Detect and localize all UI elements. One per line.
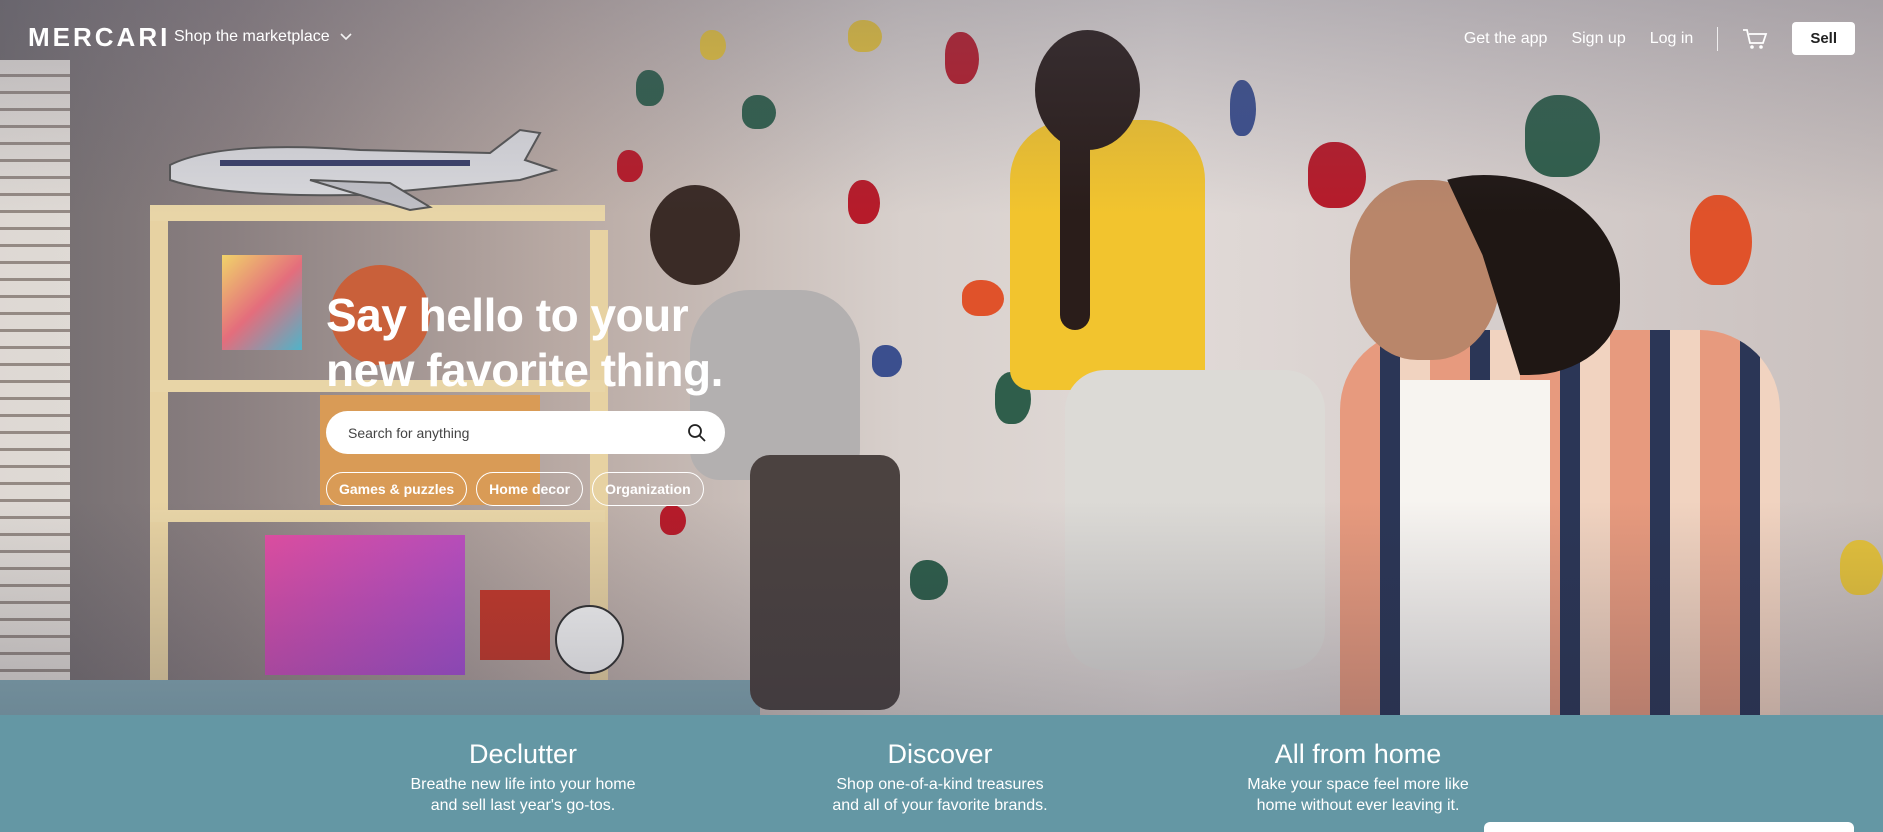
get-app-link[interactable]: Get the app — [1464, 30, 1548, 48]
search-input[interactable] — [346, 423, 680, 442]
chip-organization[interactable]: Organization — [592, 472, 704, 506]
top-nav: MERCARI Shop the marketplace Get the app… — [0, 0, 1883, 76]
feature-title: All from home — [1274, 739, 1442, 769]
cart-icon[interactable] — [1742, 28, 1768, 50]
mercari-logo[interactable]: MERCARI — [28, 22, 170, 53]
shop-marketplace-label: Shop the marketplace — [174, 28, 330, 45]
account-nav: Get the app Sign up Log in Sell — [1464, 22, 1855, 55]
nav-divider — [1717, 26, 1719, 51]
feature-all-from-home: All from home Make your space feel more … — [1218, 739, 1498, 816]
hero-overlay — [0, 0, 1883, 715]
shop-marketplace-menu[interactable]: Shop the marketplace — [174, 28, 352, 46]
chat-widget-edge[interactable] — [1484, 822, 1854, 832]
search-icon[interactable] — [687, 423, 707, 443]
sell-button[interactable]: Sell — [1792, 22, 1855, 55]
headline-line-2: new favorite thing. — [326, 344, 723, 396]
chip-home-decor[interactable]: Home decor — [476, 472, 584, 506]
hero-image — [0, 0, 1883, 715]
feature-title: Declutter — [468, 739, 578, 769]
feature-desc-line: Shop one-of-a-kind treasures — [836, 776, 1044, 793]
category-chips: Games & puzzles Home decor Organization — [326, 472, 704, 506]
sign-up-link[interactable]: Sign up — [1571, 30, 1625, 48]
chip-games-puzzles[interactable]: Games & puzzles — [326, 472, 468, 506]
feature-desc-line: and all of your favorite brands. — [832, 797, 1048, 814]
feature-desc-line: Make your space feel more like — [1247, 776, 1469, 793]
feature-title: Discover — [887, 739, 993, 769]
hero-headline: Say hello to your new favorite thing. — [326, 288, 723, 398]
features-band: Declutter Breathe new life into your hom… — [0, 715, 1883, 827]
feature-declutter: Declutter Breathe new life into your hom… — [383, 739, 663, 816]
feature-discover: Discover Shop one-of-a-kind treasures an… — [800, 739, 1080, 816]
headline-line-1: Say hello to your — [326, 289, 689, 341]
chevron-down-icon — [340, 33, 352, 41]
feature-desc-line: Breathe new life into your home — [410, 776, 636, 793]
search-bar — [326, 411, 725, 454]
feature-desc-line: and sell last year's go-tos. — [430, 797, 616, 814]
log-in-link[interactable]: Log in — [1650, 30, 1694, 48]
feature-desc-line: home without ever leaving it. — [1256, 797, 1460, 814]
